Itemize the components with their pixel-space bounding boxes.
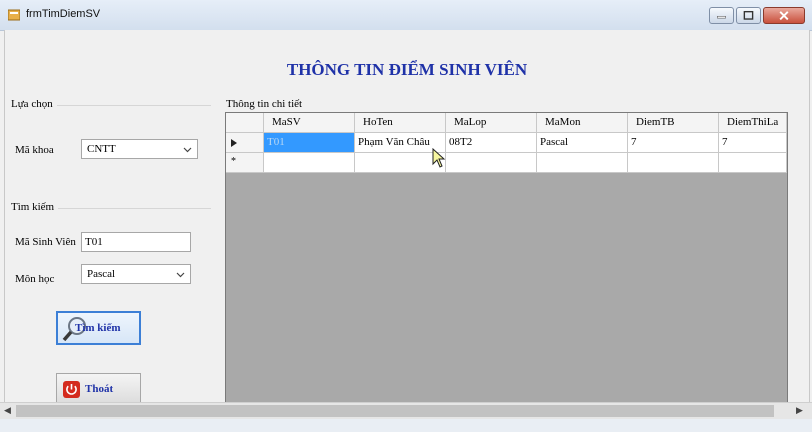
faculty-label: Mã khoa — [15, 144, 54, 156]
scroll-right-icon[interactable]: ▶ — [796, 406, 803, 416]
chevron-down-icon[interactable] — [174, 268, 187, 281]
data-grid[interactable]: MaSV HoTen MaLop MaMon DiemTB DiemThiLa … — [225, 112, 788, 404]
cell-diemtb[interactable]: 7 — [628, 133, 719, 153]
exit-button-label: Thoát — [85, 383, 114, 395]
chevron-down-icon[interactable] — [181, 143, 194, 156]
row-pointer-icon — [231, 139, 237, 147]
grid-caption: Thông tin chi tiết — [226, 98, 303, 110]
group-select: Lựa chọn Mã khoa CNTT — [11, 98, 211, 200]
column-header-mamon[interactable]: MaMon — [537, 113, 628, 133]
power-icon — [63, 381, 80, 398]
column-header-diemthilan[interactable]: DiemThiLa — [719, 113, 787, 133]
search-button-label: Tìm kiếm — [75, 322, 121, 334]
student-id-label: Mã Sinh Viên — [15, 236, 76, 248]
group-search: Tìm kiếm Mã Sinh Viên Môn học Pascal Tìm… — [11, 201, 211, 405]
group-search-caption: Tìm kiếm — [11, 201, 59, 213]
cell-diemthilan[interactable]: 7 — [719, 133, 787, 153]
window-title: frmTimDiemSV — [26, 8, 101, 20]
faculty-value: CNTT — [87, 143, 116, 155]
new-row-cell[interactable] — [628, 153, 719, 173]
scroll-left-icon[interactable]: ◀ — [4, 406, 11, 416]
column-header-malop[interactable]: MaLop — [446, 113, 537, 133]
title-bar: frmTimDiemSV — [0, 0, 812, 31]
cursor-icon — [432, 148, 446, 168]
maximize-button[interactable] — [736, 7, 761, 24]
page-title: THÔNG TIN ĐIỂM SINH VIÊN — [286, 60, 528, 79]
minimize-button[interactable] — [709, 7, 734, 24]
new-row-header[interactable]: * — [226, 153, 264, 173]
scrollbar-thumb[interactable] — [16, 405, 774, 417]
cell-mamon[interactable]: Pascal — [537, 133, 628, 153]
faculty-combobox[interactable]: CNTT — [81, 139, 198, 159]
horizontal-scrollbar[interactable]: ◀ ▶ — [0, 402, 812, 420]
group-select-caption: Lựa chọn — [11, 98, 57, 110]
cell-malop[interactable]: 08T2 — [446, 133, 537, 153]
new-row-cell[interactable] — [719, 153, 787, 173]
close-icon — [779, 11, 789, 21]
search-button[interactable]: Tìm kiếm — [56, 311, 141, 345]
grid-corner-header[interactable] — [226, 113, 264, 133]
form-icon — [8, 9, 20, 21]
exit-button[interactable]: Thoát — [56, 373, 141, 405]
subject-label: Môn học — [15, 273, 55, 285]
row-header[interactable] — [226, 133, 264, 153]
form-body: THÔNG TIN ĐIỂM SINH VIÊN Lựa chọn Mã kho… — [4, 30, 810, 405]
column-header-masv[interactable]: MaSV — [264, 113, 355, 133]
new-row-cell[interactable] — [537, 153, 628, 173]
subject-value: Pascal — [87, 268, 116, 280]
cell-masv[interactable]: T01 — [264, 133, 355, 153]
new-row-cell[interactable] — [446, 153, 537, 173]
column-header-diemtb[interactable]: DiemTB — [628, 113, 719, 133]
column-header-hoten[interactable]: HoTen — [355, 113, 446, 133]
bottom-strip — [0, 419, 812, 432]
new-row-cell[interactable] — [264, 153, 355, 173]
maximize-icon — [743, 10, 754, 20]
student-id-input[interactable] — [81, 232, 191, 252]
minimize-icon — [717, 16, 726, 19]
subject-combobox[interactable]: Pascal — [81, 264, 191, 284]
close-button[interactable] — [763, 7, 805, 24]
